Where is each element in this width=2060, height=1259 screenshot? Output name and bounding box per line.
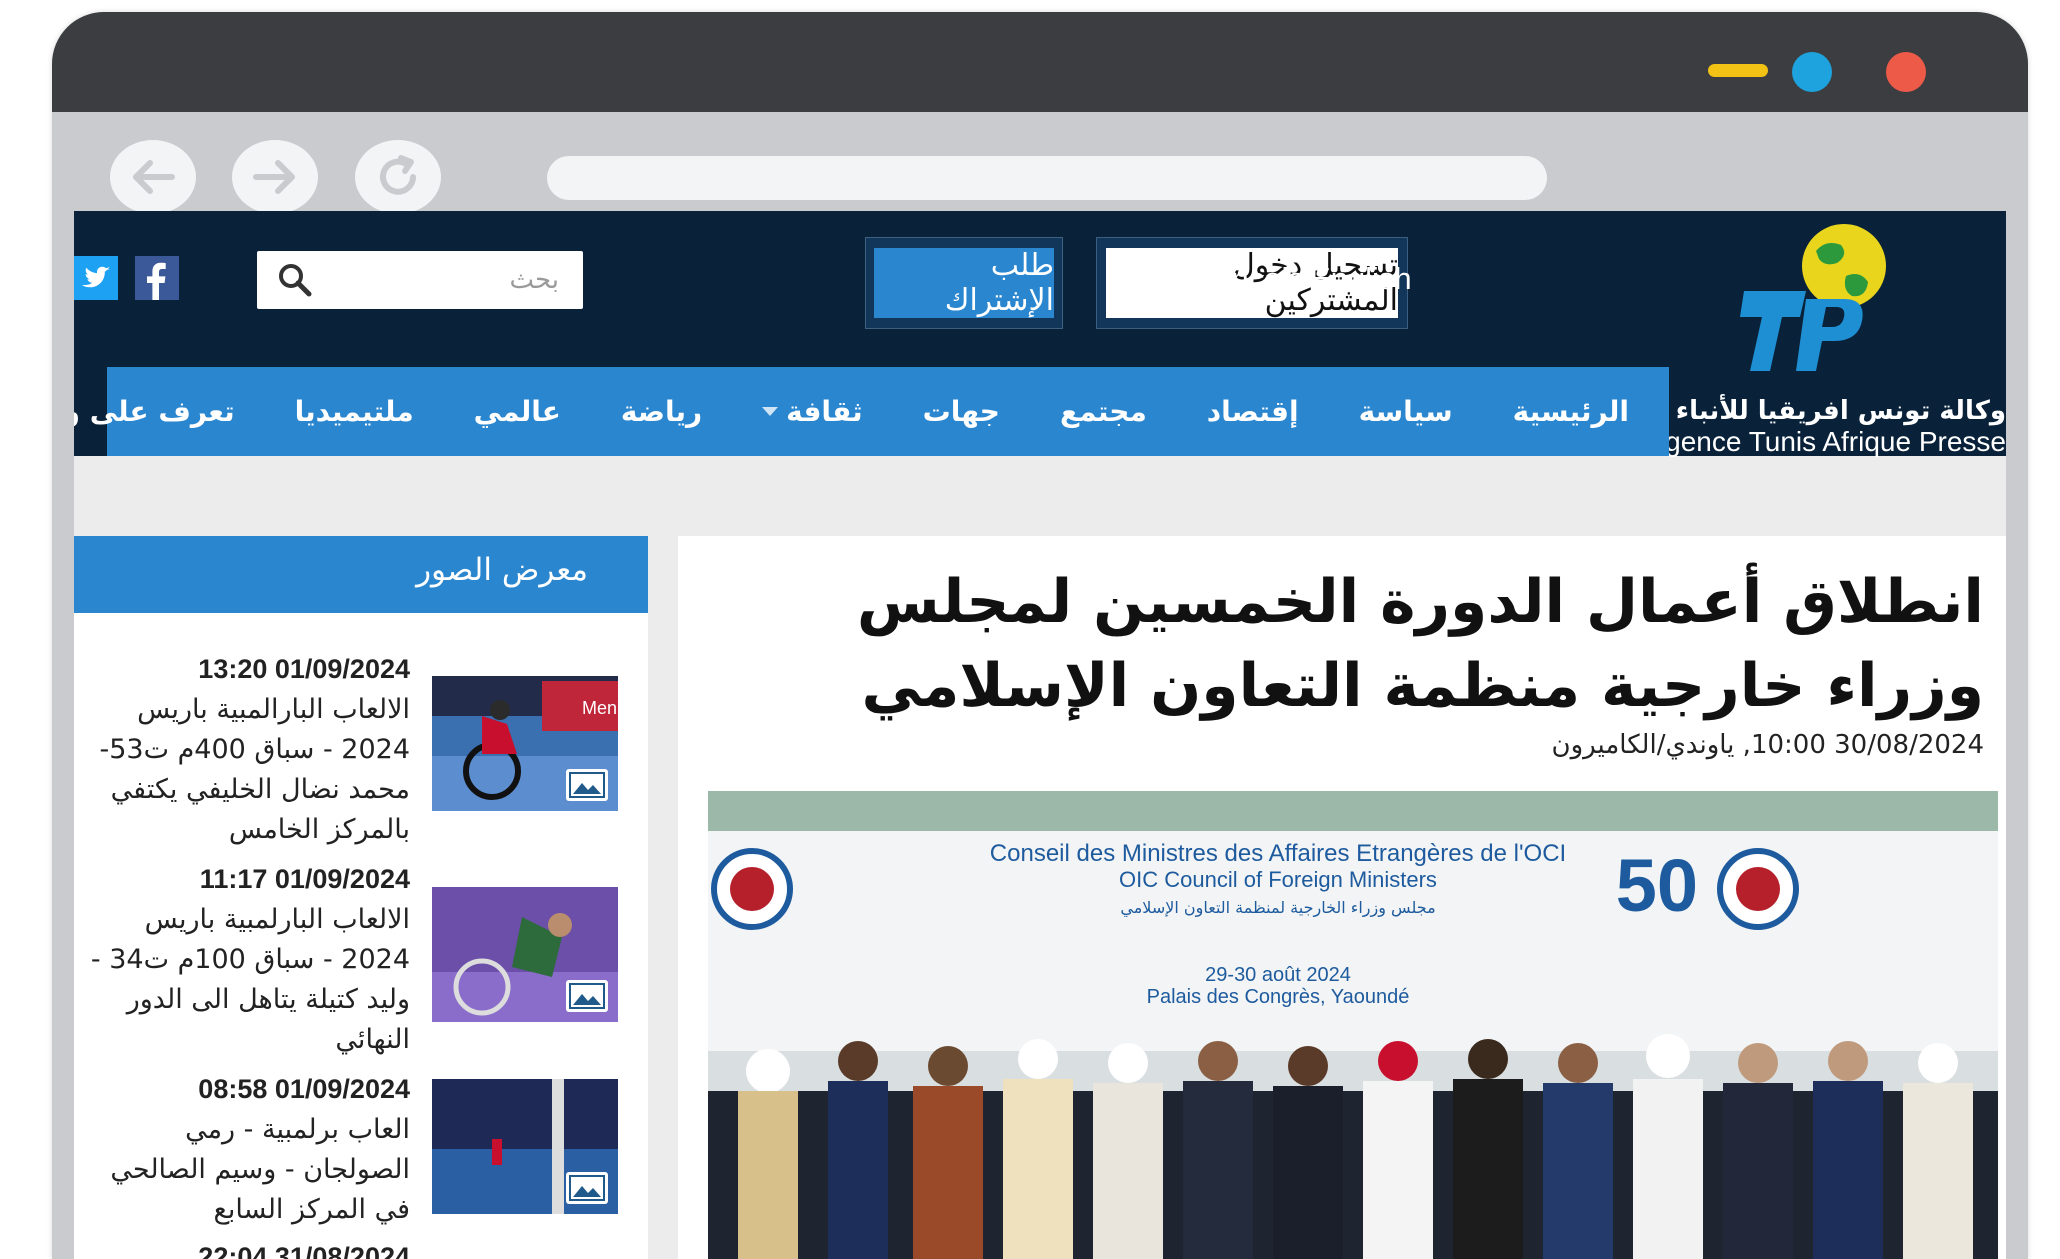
close-button[interactable] <box>1886 52 1926 92</box>
nav-item-about[interactable]: تعرف على وات <box>74 395 265 428</box>
minimize-button[interactable] <box>1708 64 1768 77</box>
gallery-item-title[interactable]: الالعاب البارالمبية باريس 2024 - سباق 40… <box>80 690 410 850</box>
svg-text:Men's 4: Men's 4 <box>582 698 618 718</box>
gallery-thumbnail[interactable] <box>432 1079 618 1214</box>
gallery-title: معرض الصور <box>416 552 588 588</box>
oic-ministers-group-photo: 50 Conseil des Ministres des Affaires Et… <box>708 791 1998 1259</box>
gallery-header: معرض الصور <box>74 536 648 613</box>
site-logo[interactable]: وكالة تونس افريقيا للأنباء Agence Tunis … <box>1646 221 2006 461</box>
gallery-item-date: 13:20 01/09/2024 <box>198 654 410 684</box>
gallery-item-date: 22:04 31/08/2024 <box>198 1242 410 1259</box>
nav-item-world[interactable]: عالمي <box>444 395 591 428</box>
banner-line-1: Conseil des Ministres des Affaires Etran… <box>990 840 1566 867</box>
lang-english-link[interactable]: English <box>1310 261 1412 297</box>
site-header: طلب الإشتراك تسجيل دخول المشتركين França… <box>74 211 2006 457</box>
lang-separator: | <box>1282 261 1291 296</box>
gallery-item-title[interactable]: الالعاب البارلمبية باريس 2024 - سباق 100… <box>80 900 410 1060</box>
search-input[interactable] <box>317 259 561 301</box>
logo-french-name: Agence Tunis Afrique Presse <box>1646 426 2006 457</box>
gallery-item-date: 11:17 01/09/2024 <box>199 864 410 894</box>
photo-gallery-panel: معرض الصور Men's 4 <box>74 536 648 1259</box>
nav-item-culture[interactable]: ثقافة <box>732 395 893 428</box>
page-viewport: طلب الإشتراك تسجيل دخول المشتركين França… <box>74 211 2006 1259</box>
forward-button[interactable] <box>232 140 318 214</box>
search-icon[interactable] <box>277 262 313 298</box>
nav-item-sport[interactable]: رياضة <box>591 395 732 428</box>
nav-item-society[interactable]: مجتمع <box>1030 395 1177 428</box>
gallery-thumbnail[interactable] <box>432 887 618 1022</box>
address-bar[interactable] <box>547 156 1547 200</box>
tap-logo-icon <box>1740 224 1886 371</box>
facebook-icon[interactable] <box>135 256 179 300</box>
article-dateline: 30/08/2024 10:00, ياوندي/الكاميرون <box>1551 730 1985 760</box>
gallery-item-date: 08:58 01/09/2024 <box>198 1074 410 1104</box>
article-title[interactable]: انطلاق أعمال الدورة الخمسين لمجلس وزراء … <box>704 560 1984 728</box>
maximize-button[interactable] <box>1792 52 1832 92</box>
nav-item-home[interactable]: الرئيسية <box>1483 395 1669 428</box>
banner-line-2: OIC Council of Foreign Ministers <box>1119 867 1437 892</box>
banner-dates: 29-30 août 2024 <box>1205 964 1351 986</box>
browser-toolbar <box>52 112 2028 222</box>
browser-titlebar <box>52 12 2028 112</box>
banner-50: 50 <box>1616 844 1698 927</box>
nav-item-politics[interactable]: سياسة <box>1329 395 1483 428</box>
reload-button[interactable] <box>355 140 441 214</box>
subscribe-button[interactable]: طلب الإشتراك <box>874 248 1054 318</box>
arrow-right-icon <box>253 160 295 194</box>
banner-venue: Palais des Congrès, Yaoundé <box>1147 986 1410 1008</box>
search-box[interactable] <box>257 251 583 309</box>
logo-arabic-name: وكالة تونس افريقيا للأنباء <box>1675 396 2006 426</box>
nav-item-multimedia[interactable]: ملتيميديا <box>265 395 444 428</box>
arrow-left-icon <box>133 160 175 194</box>
reload-icon <box>380 155 416 195</box>
image-icon <box>566 1172 608 1204</box>
main-article: انطلاق أعمال الدورة الخمسين لمجلس وزراء … <box>678 536 2006 1259</box>
nav-item-regions[interactable]: جهات <box>893 395 1030 428</box>
back-button[interactable] <box>110 140 196 214</box>
article-photo[interactable]: 50 Conseil des Ministres des Affaires Et… <box>708 791 1998 1259</box>
gallery-thumbnail[interactable]: Men's 4 <box>432 676 618 811</box>
nav-item-economy[interactable]: إقتصاد <box>1177 395 1329 428</box>
browser-window: طلب الإشتراك تسجيل دخول المشتركين França… <box>52 12 2028 1259</box>
twitter-icon[interactable] <box>74 256 118 300</box>
banner-line-3: مجلس وزراء الخارجية لمنظمة التعاون الإسل… <box>1120 898 1435 918</box>
nav-item-culture-label: ثقافة <box>786 395 863 428</box>
subscribe-button-frame: طلب الإشتراك <box>865 237 1063 329</box>
image-icon <box>566 769 608 801</box>
caret-down-icon <box>762 406 779 416</box>
gallery-item-title[interactable]: العاب برلمبية - رمي الصولجان - وسيم الصا… <box>80 1110 410 1230</box>
main-navigation: الرئيسية سياسة إقتصاد مجتمع جهات ثقافة ر… <box>74 367 1669 456</box>
image-icon <box>566 980 608 1012</box>
